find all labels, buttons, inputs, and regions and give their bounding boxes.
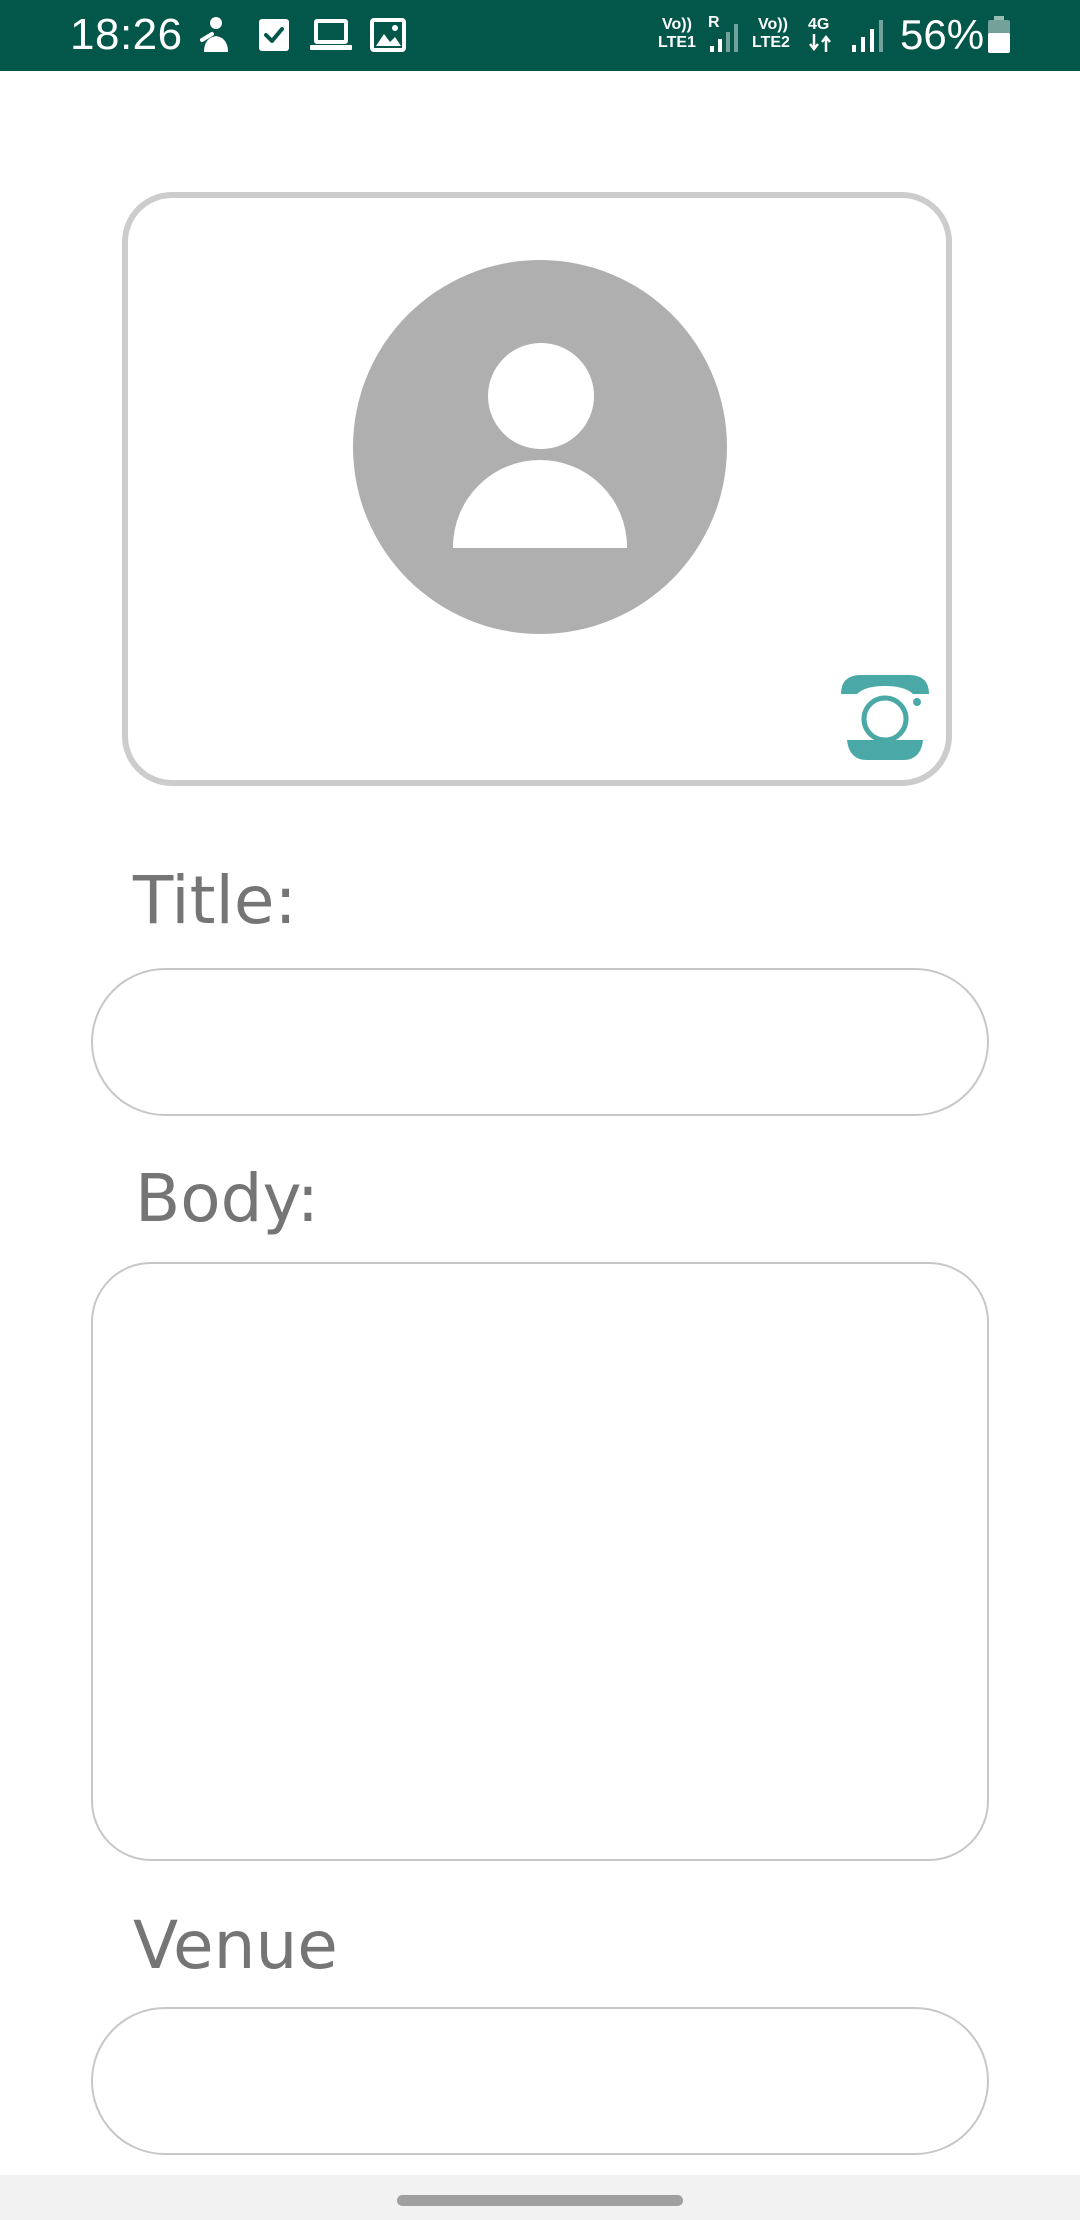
battery-icon xyxy=(986,16,1012,59)
camera-icon xyxy=(841,675,929,760)
person-placeholder-icon xyxy=(353,260,727,634)
image-icon xyxy=(370,18,406,57)
laptop-icon xyxy=(310,18,352,57)
home-indicator[interactable] xyxy=(397,2195,683,2206)
network-type: 4G xyxy=(808,16,830,33)
avatar-head xyxy=(488,343,594,449)
checkbox-icon xyxy=(258,18,290,57)
venue-input[interactable] xyxy=(91,2007,989,2155)
navigation-bar xyxy=(0,2175,1080,2220)
sim1-label-bottom: LTE1 xyxy=(658,34,696,51)
status-bar: 18:26 Vo)) LTE1 R Vo)) LTE2 4G 56% xyxy=(0,0,1080,71)
signal-icon xyxy=(850,18,886,59)
data-arrows-icon xyxy=(808,34,832,57)
body-label: Body: xyxy=(135,1160,320,1237)
avatar-body xyxy=(453,460,627,548)
venue-label: Venue xyxy=(133,1907,338,1984)
signal-icon xyxy=(708,22,742,59)
body-input[interactable] xyxy=(91,1262,989,1861)
camera-button[interactable] xyxy=(841,672,929,762)
title-label: Title: xyxy=(133,862,297,939)
sim1-label-top: Vo)) xyxy=(662,16,692,33)
status-time: 18:26 xyxy=(70,10,183,59)
title-input[interactable] xyxy=(91,968,989,1116)
battery-percent: 56% xyxy=(900,11,985,58)
sim2-label-bottom: LTE2 xyxy=(752,34,790,51)
accessibility-icon xyxy=(198,16,234,59)
sim2-label-top: Vo)) xyxy=(758,16,788,33)
